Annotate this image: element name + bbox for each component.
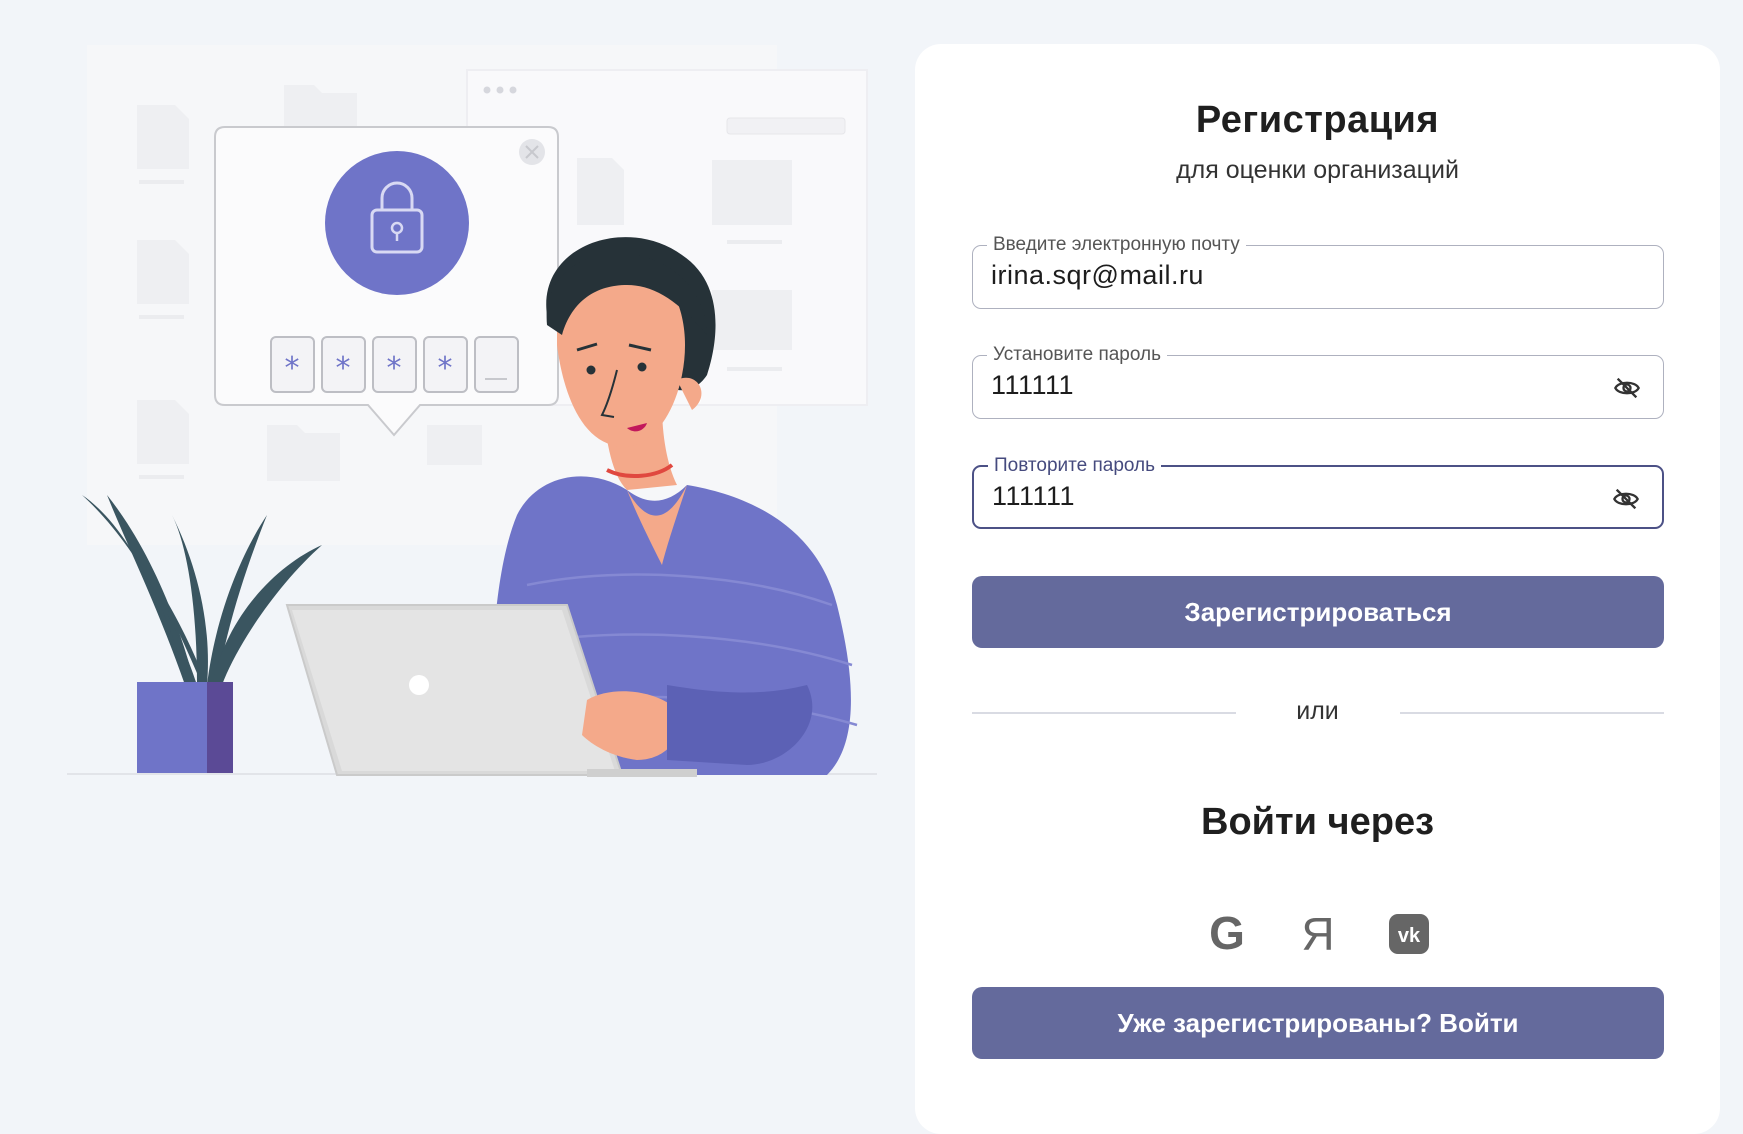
password-field-label: Установите пароль — [987, 344, 1168, 366]
page: * * * * Регистрация для оценки организац… — [12, 10, 1732, 1134]
repeat-password-field-value: 111111 — [992, 481, 1076, 511]
login-button[interactable]: Уже зарегистрированы? Войти — [972, 987, 1664, 1059]
repeat-password-field[interactable]: Повторите пароль 111111 — [972, 455, 1664, 529]
yandex-icon-glyph: Я — [1301, 909, 1334, 959]
register-button[interactable]: Зарегистрироваться — [972, 576, 1664, 648]
svg-text:*: * — [336, 351, 351, 386]
login-via-heading: Войти через — [1201, 801, 1434, 843]
email-field-value: irina.sqr@mail.ru — [991, 260, 1204, 290]
svg-text:*: * — [438, 351, 453, 386]
password-field[interactable]: Установите пароль 111111 — [972, 344, 1664, 419]
password-field-value: 111111 — [991, 370, 1075, 400]
eye-off-icon[interactable] — [1613, 374, 1641, 402]
vk-icon[interactable]: vk — [1384, 909, 1434, 959]
repeat-password-field-label: Повторите пароль — [988, 455, 1162, 477]
eye-off-icon[interactable] — [1612, 485, 1640, 513]
page-title: Регистрация — [1195, 99, 1440, 141]
vk-icon-glyph: vk — [1398, 925, 1421, 947]
svg-text:*: * — [285, 351, 300, 386]
svg-text:*: * — [387, 351, 402, 386]
registration-illustration: * * * * — [67, 45, 877, 777]
email-field-label: Введите электронную почту — [987, 234, 1246, 256]
yandex-icon[interactable]: Я — [1293, 909, 1343, 959]
page-subtitle: для оценки организаций — [1176, 156, 1459, 184]
google-icon[interactable]: G — [1202, 909, 1252, 959]
registration-card: Регистрация для оценки организаций Введи… — [915, 44, 1720, 1134]
google-icon-glyph: G — [1209, 909, 1245, 959]
or-separator-label: или — [1296, 697, 1339, 725]
email-field[interactable]: Введите электронную почту irina.sqr@mail… — [972, 234, 1664, 309]
